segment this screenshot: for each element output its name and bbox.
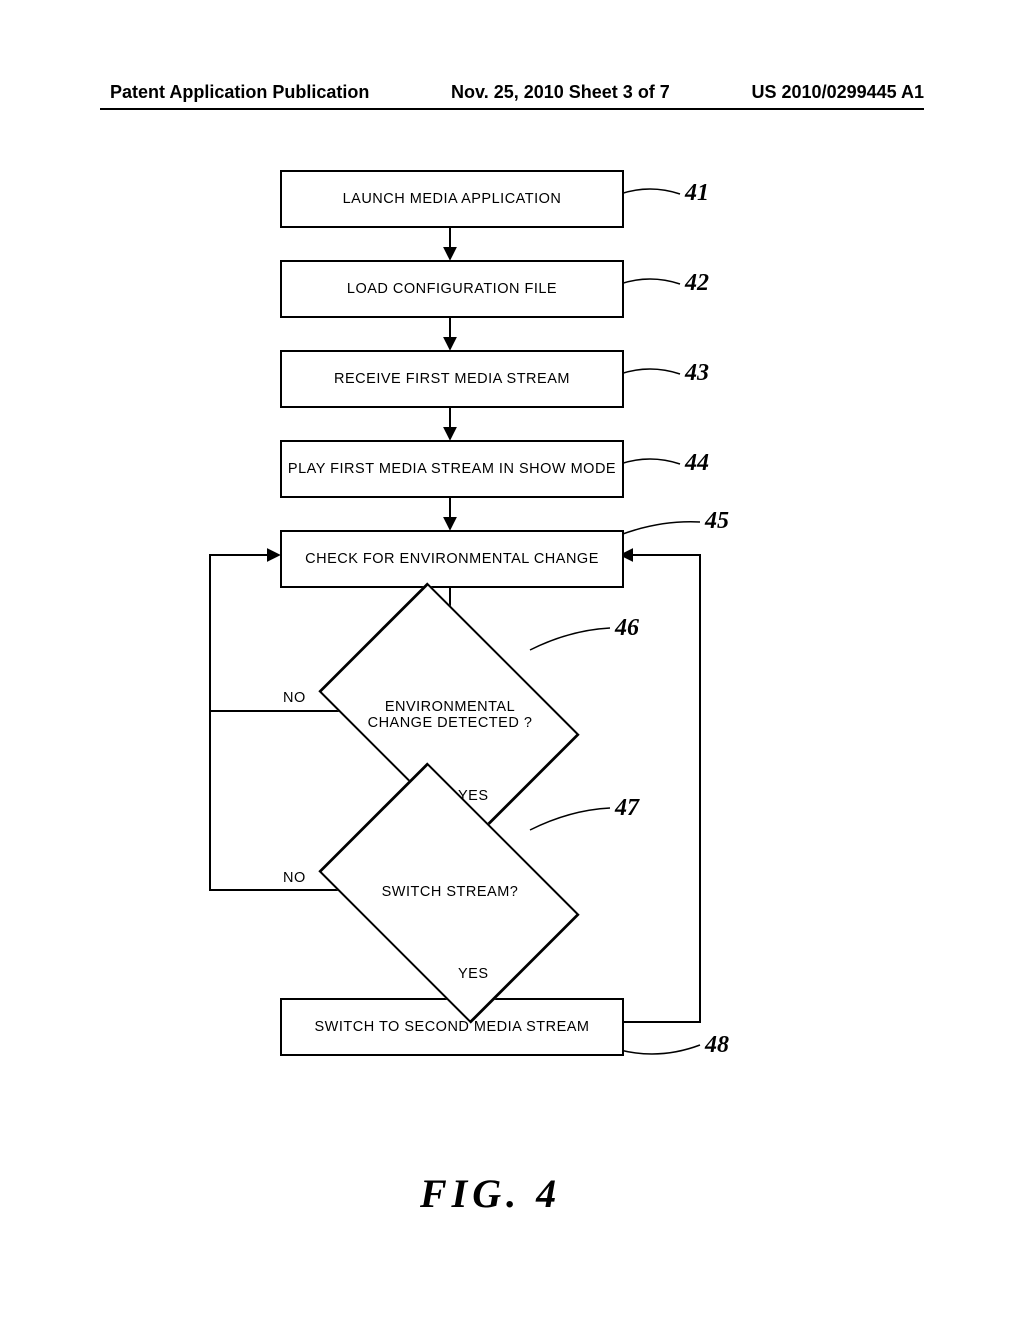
header-center: Nov. 25, 2010 Sheet 3 of 7 xyxy=(451,82,670,103)
yes-label-46: YES xyxy=(458,788,489,804)
page-header: Patent Application Publication Nov. 25, … xyxy=(0,82,1024,103)
yes-label-47: YES xyxy=(458,966,489,982)
diamond-47-label: SWITCH STREAM? xyxy=(360,884,540,900)
box-44: PLAY FIRST MEDIA STREAM IN SHOW MODE xyxy=(280,440,624,498)
box-43-label: RECEIVE FIRST MEDIA STREAM xyxy=(334,371,570,387)
ref-41: 41 xyxy=(685,180,709,207)
ref-44: 44 xyxy=(685,450,709,477)
ref-42: 42 xyxy=(685,270,709,297)
flowchart-diagram: LAUNCH MEDIA APPLICATION LOAD CONFIGURAT… xyxy=(0,170,1024,1170)
box-45: CHECK FOR ENVIRONMENTAL CHANGE xyxy=(280,530,624,588)
box-42-label: LOAD CONFIGURATION FILE xyxy=(347,281,557,297)
header-left: Patent Application Publication xyxy=(110,82,369,103)
ref-43: 43 xyxy=(685,360,709,387)
no-label-47: NO xyxy=(283,870,306,886)
box-44-label: PLAY FIRST MEDIA STREAM IN SHOW MODE xyxy=(288,461,616,477)
ref-46: 46 xyxy=(615,615,639,642)
box-42: LOAD CONFIGURATION FILE xyxy=(280,260,624,318)
box-48-label: SWITCH TO SECOND MEDIA STREAM xyxy=(315,1019,590,1035)
box-48: SWITCH TO SECOND MEDIA STREAM xyxy=(280,998,624,1056)
header-rule xyxy=(100,108,924,110)
box-43: RECEIVE FIRST MEDIA STREAM xyxy=(280,350,624,408)
box-41-label: LAUNCH MEDIA APPLICATION xyxy=(343,191,562,207)
ref-48: 48 xyxy=(705,1032,729,1059)
ref-47: 47 xyxy=(615,795,639,822)
no-label-46: NO xyxy=(283,690,306,706)
figure-label: FIG. 4 xyxy=(420,1170,561,1217)
ref-45: 45 xyxy=(705,508,729,535)
box-45-label: CHECK FOR ENVIRONMENTAL CHANGE xyxy=(305,551,599,567)
box-41: LAUNCH MEDIA APPLICATION xyxy=(280,170,624,228)
header-right: US 2010/0299445 A1 xyxy=(752,82,924,103)
diamond-46-label: ENVIRONMENTAL CHANGE DETECTED ? xyxy=(360,699,540,731)
